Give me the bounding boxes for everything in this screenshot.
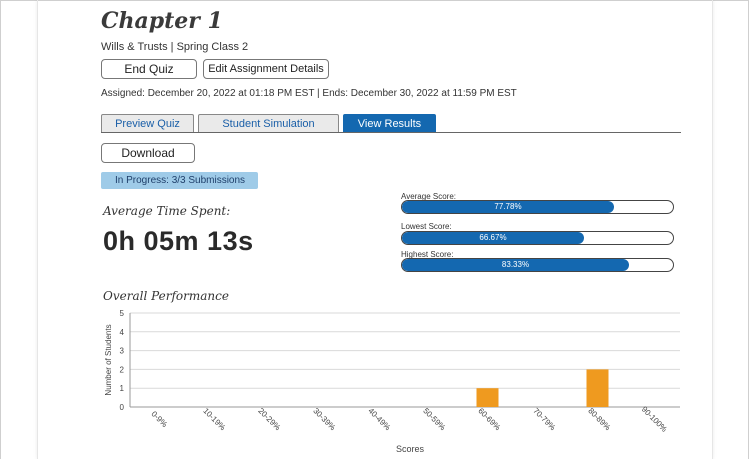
bar-60-69% xyxy=(476,388,499,407)
tab-student-simulation[interactable]: Student Simulation xyxy=(198,114,339,133)
bar-80-89% xyxy=(586,369,609,407)
download-button[interactable]: Download xyxy=(101,143,195,163)
performance-chart: 0 1 2 3 4 5 Number of Students 0-9% 10-19% 20-29%… xyxy=(104,309,680,454)
x-tick-label: 90-100% xyxy=(640,405,669,434)
x-tick-label: 0-9% xyxy=(149,409,169,429)
tab-preview-quiz[interactable]: Preview Quiz xyxy=(101,114,194,133)
x-tick-label: 10-19% xyxy=(201,406,227,432)
average-score-value: 77.78% xyxy=(494,202,522,211)
edit-assignment-details-button[interactable]: Edit Assignment Details xyxy=(203,59,329,79)
x-tick-label: 60-69% xyxy=(476,406,502,432)
overall-performance-title: Overall Performance xyxy=(103,289,229,303)
y-tick-label: 0 xyxy=(120,403,125,412)
average-score-bar: 77.78% xyxy=(401,200,674,214)
y-tick-label: 1 xyxy=(120,384,125,393)
end-quiz-button[interactable]: End Quiz xyxy=(101,59,197,79)
tab-view-results[interactable]: View Results xyxy=(343,114,436,133)
page-title: Chapter 1 xyxy=(101,8,223,34)
status-badge: In Progress: 3/3 Submissions xyxy=(101,172,258,189)
assignment-dates: Assigned: December 20, 2022 at 01:18 PM … xyxy=(101,88,517,99)
x-tick-label: 80-89% xyxy=(586,406,612,432)
highest-score-value: 83.33% xyxy=(501,260,530,269)
y-tick-label: 2 xyxy=(120,365,125,374)
course-subtitle: Wills & Trusts | Spring Class 2 xyxy=(101,41,249,53)
y-tick-label: 4 xyxy=(120,328,125,337)
average-time-value: 0h 05m 13s xyxy=(103,226,254,256)
y-axis-label: Number of Students xyxy=(104,324,113,395)
average-time-label: Average Time Spent: xyxy=(103,204,231,218)
highest-score-bar: 83.33% xyxy=(401,258,674,272)
lowest-score-label: Lowest Score: xyxy=(401,222,452,231)
x-tick-label: 70-79% xyxy=(531,406,557,432)
x-tick-label: 40-49% xyxy=(366,406,392,432)
x-tick-label: 20-29% xyxy=(256,406,282,432)
lowest-score-bar: 66.67% xyxy=(401,231,674,245)
y-tick-label: 3 xyxy=(120,347,125,356)
y-tick-label: 5 xyxy=(120,309,125,318)
tab-divider xyxy=(101,132,681,133)
x-tick-label: 50-59% xyxy=(421,406,447,432)
lowest-score-value: 66.67% xyxy=(479,233,507,242)
x-axis-label: Scores xyxy=(396,444,425,454)
x-tick-label: 30-39% xyxy=(311,406,337,432)
